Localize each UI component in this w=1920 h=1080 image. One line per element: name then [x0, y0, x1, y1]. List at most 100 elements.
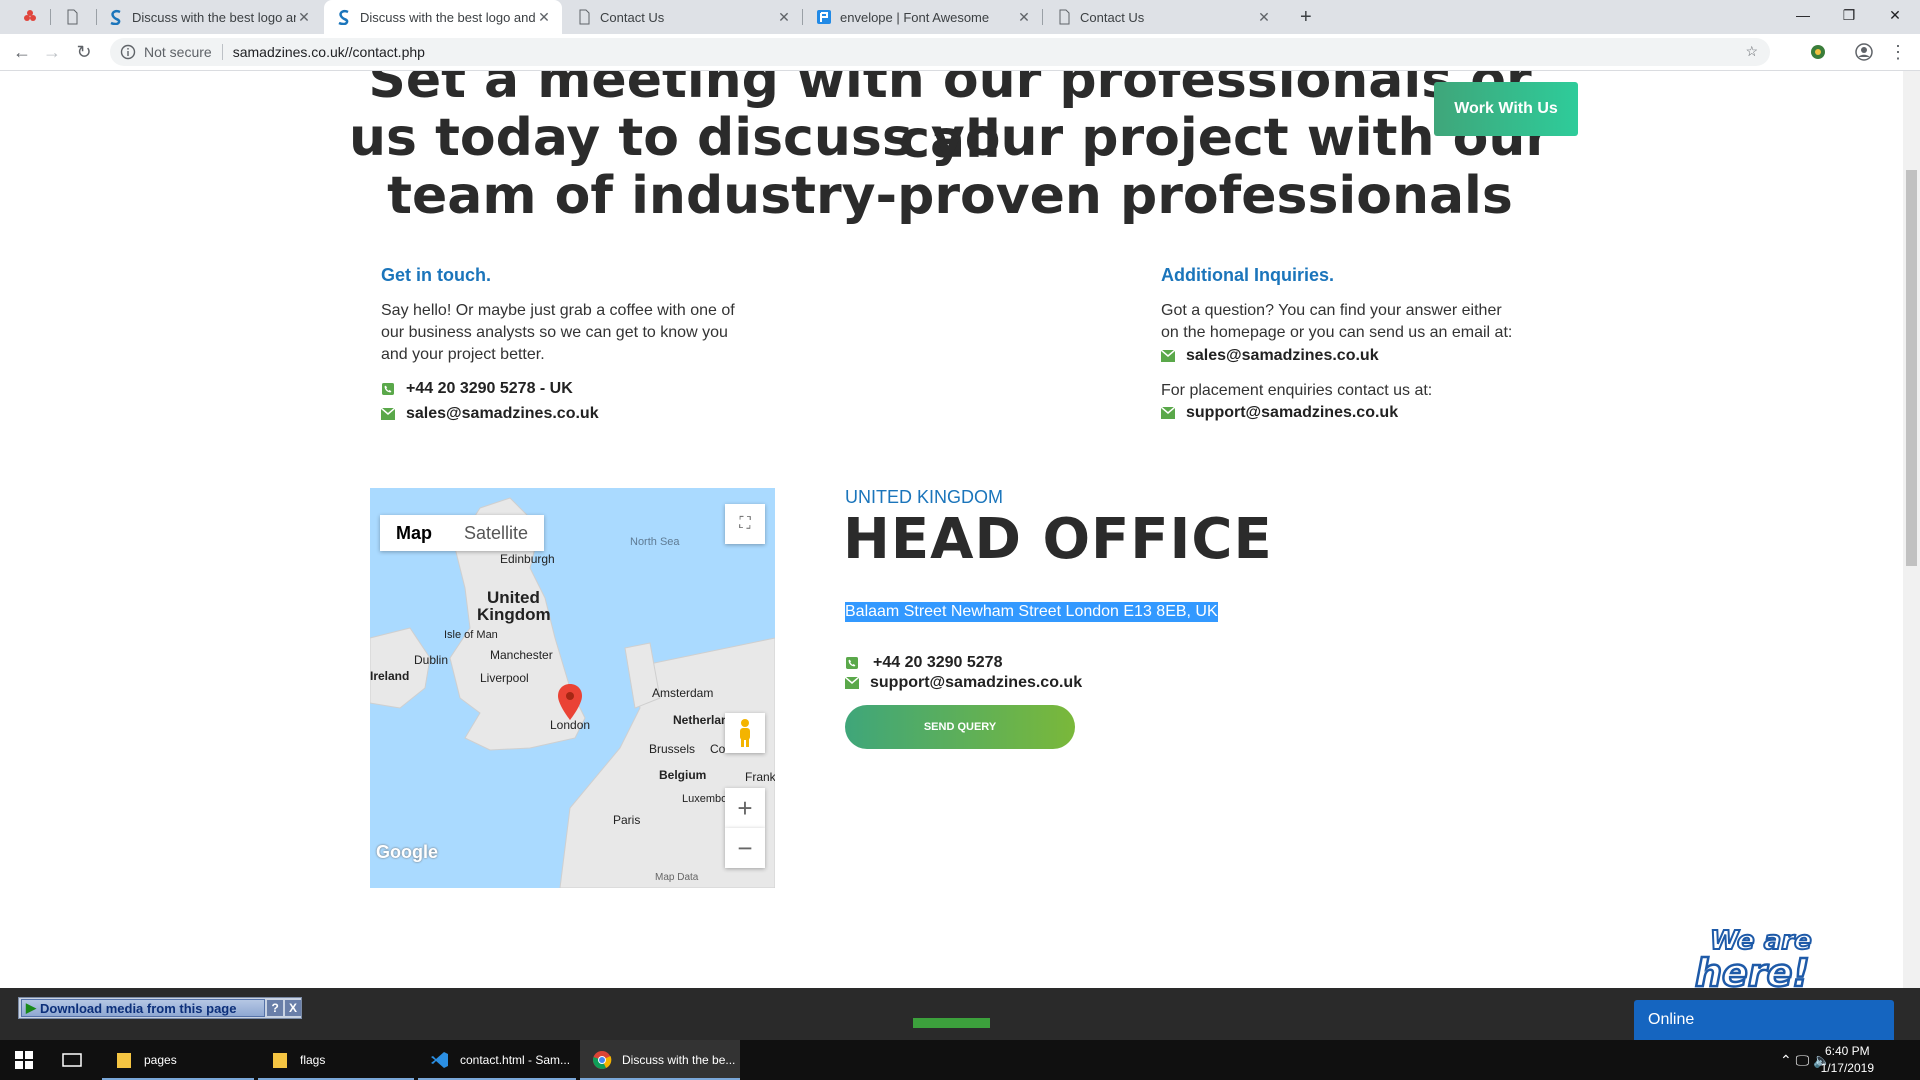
windows-start-icon[interactable]	[0, 1040, 48, 1080]
we-are-here-logo[interactable]: We are here!	[1690, 921, 1840, 988]
map-label-north-sea: North Sea	[630, 536, 680, 548]
app-icon	[24, 10, 36, 21]
page-icon	[579, 9, 590, 25]
new-tab-button[interactable]: +	[1288, 0, 1318, 34]
tab-discuss-1[interactable]: Discuss with the best logo and w ✕	[96, 0, 322, 34]
additional-text-2: on the homepage or you can send us an em…	[1161, 324, 1513, 341]
contact-email: sales@samadzines.co.uk	[381, 405, 599, 423]
map-label-london: London	[550, 718, 591, 732]
placement-email: support@samadzines.co.uk	[1161, 404, 1398, 422]
url-text[interactable]: samadzines.co.uk//contact.php	[233, 44, 425, 60]
head-office-address: Balaam Street Newham Street London E13 8…	[845, 602, 1218, 622]
address-bar[interactable]: Not secure samadzines.co.uk//contact.php…	[110, 38, 1770, 66]
email-link[interactable]: sales@samadzines.co.uk	[406, 405, 599, 423]
google-map[interactable]: Map Satellite ⛶ North Sea Edinburgh Unit…	[370, 488, 775, 888]
taskbar-label: Discuss with the be...	[622, 1053, 736, 1067]
tab-app[interactable]	[10, 0, 46, 34]
map-label-kingdom: Kingdom	[477, 605, 551, 624]
download-label: Download media from this page	[40, 1000, 237, 1016]
envelope-icon	[381, 408, 395, 420]
zoom-out-icon[interactable]: −	[725, 828, 765, 868]
fullscreen-icon[interactable]: ⛶	[725, 504, 765, 544]
map-label-manchester: Manchester	[490, 648, 553, 662]
vscode-icon	[431, 1052, 448, 1068]
back-icon[interactable]: ←	[10, 40, 34, 64]
phone-icon	[846, 657, 858, 669]
get-in-touch-heading: Get in touch.	[381, 265, 491, 285]
map-type-satellite[interactable]: Satellite	[448, 515, 544, 551]
tab-title: Contact Us	[600, 9, 665, 25]
additional-inquiries-heading: Additional Inquiries.	[1161, 265, 1335, 285]
phone-text[interactable]: +44 20 3290 5278	[873, 654, 1002, 672]
account-icon[interactable]	[1852, 40, 1876, 64]
map-label-dublin: Dublin	[414, 653, 449, 667]
tab-strip: Discuss with the best logo and w ✕ Discu…	[0, 0, 1920, 34]
close-icon[interactable]: ✕	[296, 9, 312, 26]
close-icon[interactable]: ✕	[1256, 9, 1272, 26]
email-link[interactable]: sales@samadzines.co.uk	[1186, 347, 1379, 365]
close-icon[interactable]: ✕	[1016, 9, 1032, 26]
scrollbar-thumb[interactable]	[1906, 170, 1917, 566]
get-in-touch-text-1: Say hello! Or maybe just grab a coffee w…	[381, 302, 735, 319]
zoom-in-icon[interactable]: +	[725, 788, 765, 828]
help-button[interactable]: ?	[267, 1000, 284, 1016]
tab-title: Contact Us	[1080, 9, 1145, 25]
restore-icon[interactable]: ❐	[1826, 0, 1872, 30]
email-link[interactable]: support@samadzines.co.uk	[1186, 404, 1398, 422]
taskbar-item-flags[interactable]: flags	[258, 1040, 414, 1080]
map-label-belgium: Belgium	[659, 768, 707, 782]
reload-icon[interactable]: ↻	[72, 40, 96, 64]
additional-text-1: Got a question? You can find your answer…	[1161, 302, 1502, 319]
tab-blank[interactable]	[52, 0, 96, 34]
phone-text[interactable]: +44 20 3290 5278 - UK	[406, 380, 573, 398]
envelope-icon	[845, 677, 859, 689]
send-query-button[interactable]: SEND QUERY	[845, 705, 1075, 749]
additional-email: sales@samadzines.co.uk	[1161, 347, 1379, 365]
map-marker-icon[interactable]	[558, 684, 582, 720]
online-chat-button[interactable]: Online	[1634, 1000, 1894, 1040]
samadzines-icon	[110, 9, 121, 25]
tab-discuss-active[interactable]: Discuss with the best logo and w ✕	[324, 0, 562, 34]
here-text: here!	[1695, 951, 1810, 988]
progress-indicator	[913, 1018, 990, 1028]
map-type-map[interactable]: Map	[380, 515, 448, 551]
menu-icon[interactable]: ⋮	[1886, 40, 1910, 64]
map-label-amsterdam: Amsterdam	[652, 686, 714, 700]
taskbar-item-pages[interactable]: pages	[102, 1040, 254, 1080]
work-with-us-button[interactable]: Work With Us	[1434, 82, 1578, 136]
taskbar-label: pages	[144, 1053, 177, 1067]
extension-icon[interactable]	[1806, 40, 1830, 64]
email-link[interactable]: support@samadzines.co.uk	[870, 674, 1082, 692]
head-office-title: HEAD OFFICE	[843, 507, 1273, 572]
map-label-brussels: Brussels	[649, 742, 696, 756]
close-icon[interactable]: ✕	[536, 9, 552, 26]
task-view-icon[interactable]	[48, 1040, 96, 1080]
taskbar-item-vscode[interactable]: contact.html - Sam...	[418, 1040, 576, 1080]
windows-taskbar: pages flags contact.html - Sam... Discus…	[0, 1040, 1920, 1080]
close-icon[interactable]: ✕	[776, 9, 792, 26]
map-data-label[interactable]: Map Data	[655, 872, 698, 883]
download-media-button[interactable]: ▶ Download media from this page	[21, 999, 266, 1017]
close-window-icon[interactable]: ✕	[1872, 0, 1918, 30]
clock-time: 6:40 PM	[1824, 1044, 1870, 1058]
taskbar-item-chrome[interactable]: Discuss with the be...	[580, 1040, 740, 1080]
info-icon[interactable]	[120, 44, 136, 60]
head-office-phone: +44 20 3290 5278	[845, 654, 1002, 672]
not-secure-label: Not secure	[144, 44, 212, 60]
tab-contact-2[interactable]: Contact Us ✕	[1044, 0, 1282, 34]
head-office-email: support@samadzines.co.uk	[845, 674, 1082, 692]
taskbar-clock[interactable]: 6:40 PM 1/17/2019	[1821, 1043, 1874, 1077]
forward-icon[interactable]: →	[40, 40, 64, 64]
tab-font-awesome[interactable]: envelope | Font Awesome ✕	[804, 0, 1042, 34]
placement-text: For placement enquiries contact us at:	[1161, 382, 1433, 399]
close-download-button[interactable]: X	[285, 1000, 301, 1016]
page-icon	[1059, 9, 1070, 25]
browser-toolbar: ← → ↻ Not secure samadzines.co.uk//conta…	[0, 34, 1920, 71]
map-label-paris: Paris	[613, 813, 641, 827]
hero-line-3: team of industry-proven professionals	[387, 166, 1513, 226]
tab-contact-1[interactable]: Contact Us ✕	[564, 0, 802, 34]
star-icon[interactable]: ☆	[1745, 43, 1758, 60]
minimize-icon[interactable]: —	[1780, 0, 1826, 30]
map-label-co: Co	[710, 742, 726, 756]
street-view-pegman-icon[interactable]	[725, 713, 765, 753]
